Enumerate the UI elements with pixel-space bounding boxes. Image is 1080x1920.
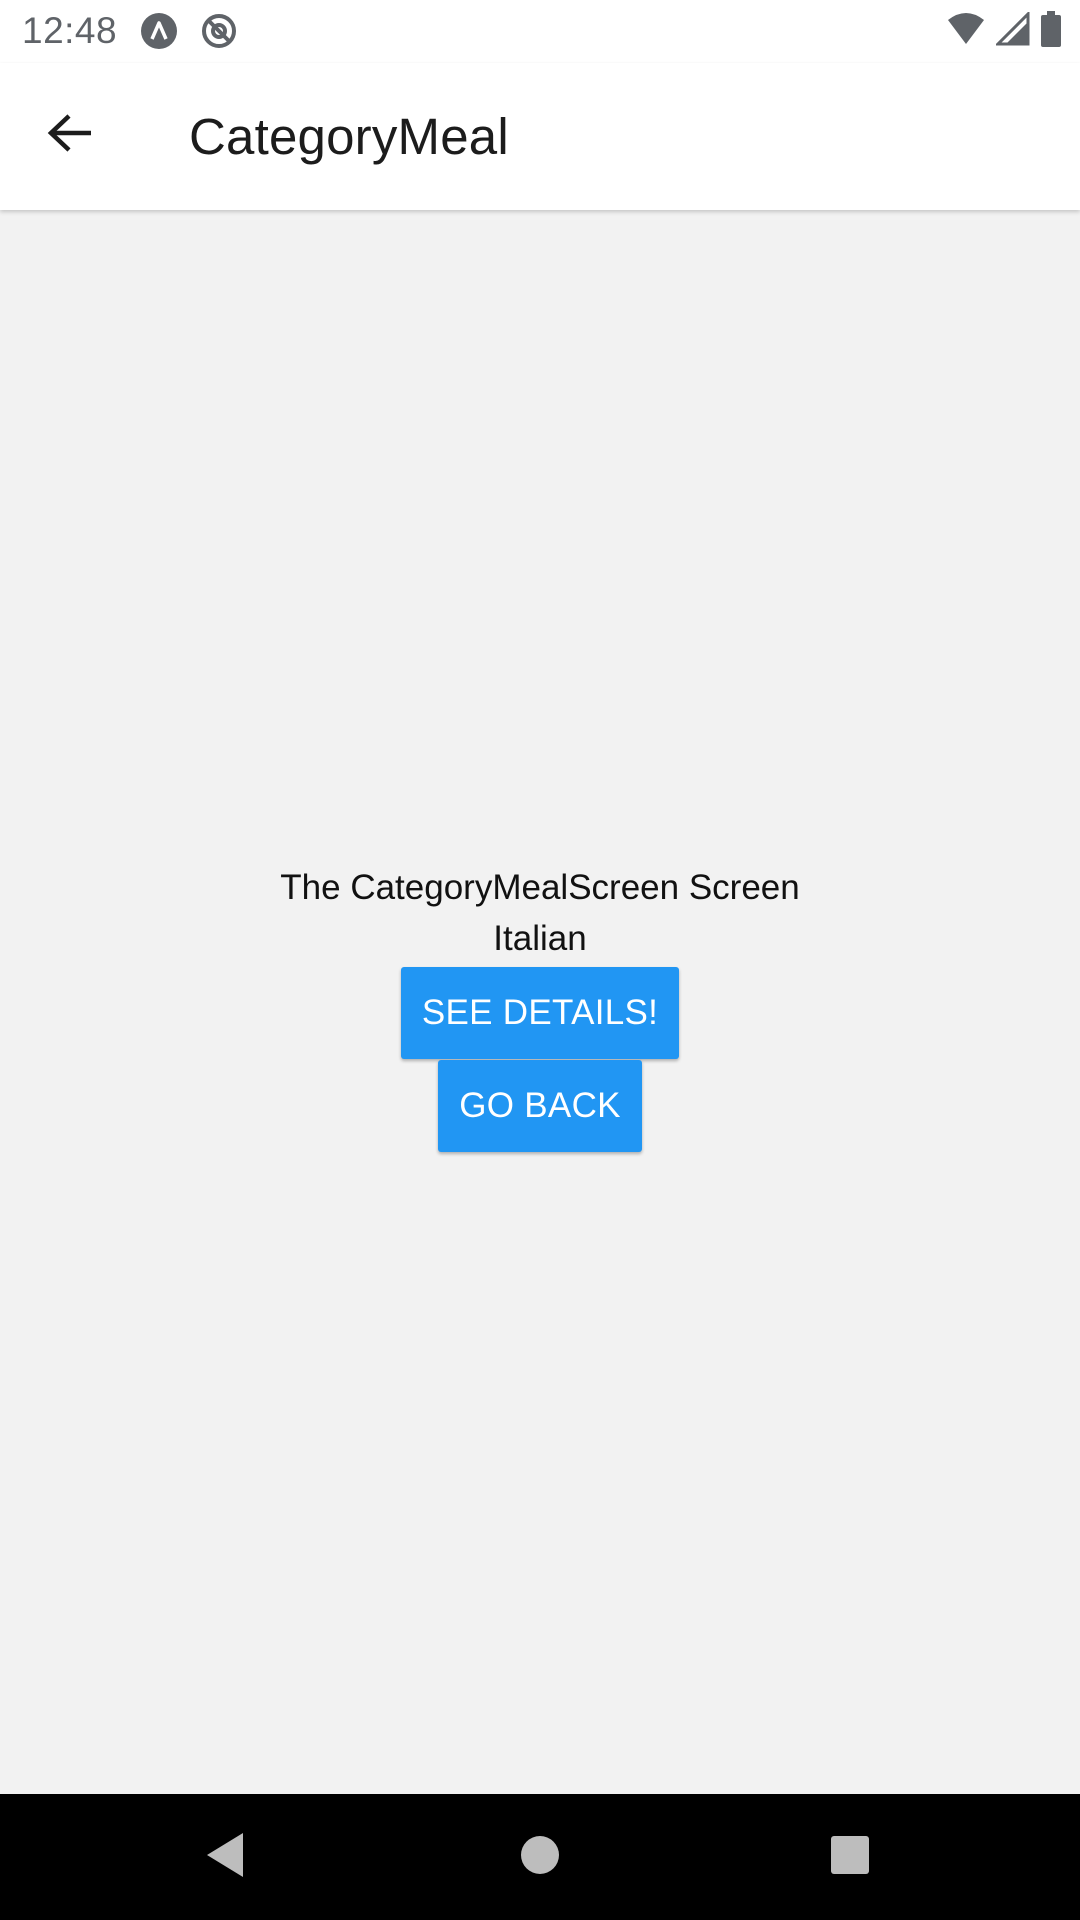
at-sign-icon [200, 12, 238, 50]
app-bar: CategoryMeal [0, 63, 1080, 210]
system-nav-bar [0, 1794, 1080, 1920]
nav-home-button[interactable] [505, 1822, 575, 1892]
home-circle-icon [519, 1834, 561, 1881]
app-screen: 12:48 CategoryMeal The CategoryMealScree… [0, 0, 1080, 1920]
cell-signal-icon [994, 9, 1030, 51]
content-stack: The CategoryMealScreen Screen Italian SE… [0, 862, 1080, 1152]
back-button[interactable] [28, 93, 112, 177]
nav-back-button[interactable] [190, 1822, 260, 1892]
status-time: 12:48 [22, 10, 118, 51]
category-title: Italian [493, 919, 587, 958]
screen-label: The CategoryMealScreen Screen [280, 868, 800, 907]
recents-square-icon [830, 1835, 870, 1880]
wifi-icon [946, 12, 986, 51]
back-triangle-icon [203, 1831, 247, 1884]
android-studio-icon [140, 12, 178, 50]
main-content: The CategoryMealScreen Screen Italian SE… [0, 210, 1080, 1794]
nav-recents-button[interactable] [815, 1822, 885, 1892]
battery-icon [1040, 10, 1062, 52]
status-bar: 12:48 [0, 0, 1080, 63]
see-details-button[interactable]: SEE DETAILS! [400, 967, 680, 1059]
status-icons [946, 9, 1062, 52]
arrow-left-icon [47, 113, 93, 158]
go-back-button[interactable]: GO BACK [438, 1060, 642, 1152]
page-title: CategoryMeal [189, 108, 509, 165]
